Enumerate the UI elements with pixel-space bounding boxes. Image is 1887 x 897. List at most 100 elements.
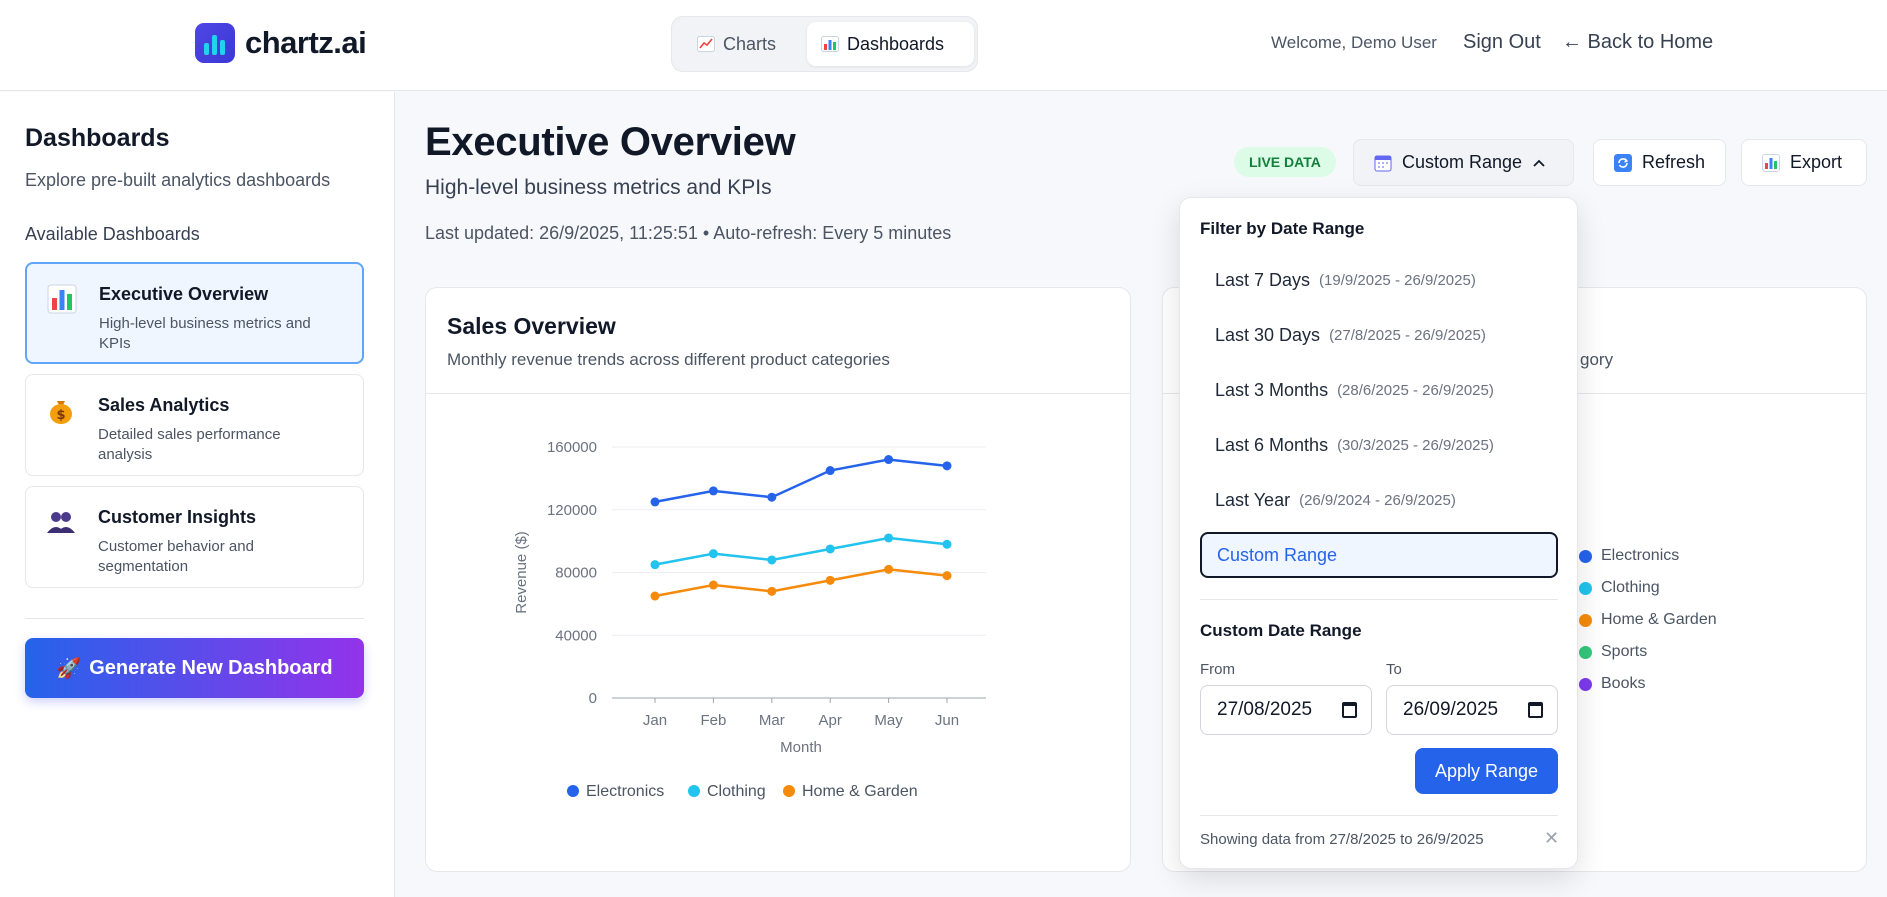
range-option-dates: (30/3/2025 - 26/9/2025) (1337, 436, 1494, 454)
data-point (825, 544, 835, 554)
y-tick-label: 120000 (547, 502, 597, 519)
data-point (708, 486, 718, 496)
legend-label: Home & Garden (1601, 611, 1717, 628)
range-option-last-6-months[interactable]: Last 6 Months (30/3/2025 - 26/9/2025) (1200, 422, 1558, 468)
data-point (942, 539, 952, 549)
y-tick-label: 80000 (555, 565, 597, 582)
dropdown-divider (1200, 815, 1558, 816)
card-title: Sales Overview (447, 313, 616, 339)
legend-label: Clothing (707, 783, 766, 800)
bar-chart-icon (47, 284, 77, 314)
legend-label: Sports (1601, 643, 1648, 660)
x-tick-label: Mar (759, 712, 785, 729)
dashboard-item-name: Executive Overview (99, 284, 269, 304)
tab-dashboards-label: Dashboards (847, 33, 945, 54)
data-point (708, 549, 718, 559)
dashboard-item-executive-overview[interactable]: Executive Overview High-level business m… (25, 262, 364, 364)
tab-dashboards[interactable]: Dashboards (807, 22, 974, 66)
legend-dot (1579, 613, 1592, 627)
x-tick-label: Jan (643, 712, 667, 729)
users-icon (47, 512, 75, 533)
from-date-value: 27/08/2025 (1217, 699, 1313, 720)
y-tick-label: 160000 (547, 439, 597, 456)
apply-range-button[interactable]: Apply Range (1415, 748, 1558, 794)
dashboard-item-customer-insights[interactable]: Customer Insights Customer behavior and … (25, 486, 364, 588)
range-option-custom[interactable]: Custom Range (1200, 532, 1558, 578)
legend-item: Home & Garden (1579, 611, 1717, 629)
dashboard-item-desc: Customer behavior and segmentation (98, 538, 254, 575)
legend-label: Home & Garden (802, 783, 918, 800)
logo-icon (195, 23, 235, 63)
legend-label: Clothing (1601, 579, 1660, 596)
dashboard-item-desc: High-level business metrics and KPIs (99, 315, 311, 352)
sign-out-link[interactable]: Sign Out (1463, 31, 1541, 54)
generate-dashboard-button[interactable]: 🚀 Generate New Dashboard (25, 638, 364, 698)
legend-dot (688, 785, 700, 797)
svg-text:$: $ (56, 408, 65, 423)
data-point (825, 466, 835, 476)
dashboard-item-desc: Detailed sales performance analysis (98, 426, 281, 463)
legend-dot (1579, 645, 1592, 659)
range-option-last-7-days[interactable]: Last 7 Days (19/9/2025 - 26/9/2025) (1200, 257, 1558, 303)
range-option-label: Last 3 Months (1215, 379, 1329, 400)
dashboard-item-name: Sales Analytics (98, 395, 230, 415)
calendar-icon[interactable] (1342, 702, 1357, 718)
card-subtitle: Monthly revenue trends across different … (447, 350, 890, 369)
range-option-last-year[interactable]: Last Year (26/9/2024 - 26/9/2025) (1200, 477, 1558, 523)
range-option-label: Custom Range (1217, 544, 1338, 565)
legend-item: Books (1579, 675, 1645, 693)
back-to-home-link[interactable]: ← Back to Home (1562, 31, 1713, 54)
sidebar: Dashboards Explore pre-built analytics d… (0, 92, 395, 897)
date-range-button[interactable]: Custom Range (1353, 139, 1574, 186)
legend-item: Clothing (1579, 579, 1660, 597)
range-option-label: Last 7 Days (1215, 269, 1311, 290)
page-subtitle: High-level business metrics and KPIs (425, 176, 772, 199)
range-option-label: Last Year (1215, 489, 1291, 510)
welcome-text: Welcome, Demo User (1271, 33, 1437, 52)
sales-overview-card: Sales Overview Monthly revenue trends ac… (425, 287, 1131, 872)
series-line (654, 458, 948, 504)
x-tick-label: May (874, 712, 903, 729)
data-point (767, 492, 777, 502)
close-icon[interactable]: ✕ (1544, 828, 1559, 849)
brand-logo[interactable]: chartz.ai (195, 23, 367, 63)
series-line (654, 536, 948, 566)
tab-charts[interactable]: Charts (683, 22, 790, 66)
legend-label: Books (1601, 675, 1646, 692)
legend-dot (783, 785, 795, 797)
tab-charts-label: Charts (723, 33, 777, 54)
export-button[interactable]: Export (1741, 139, 1867, 186)
legend-item: Sports (1579, 643, 1647, 661)
refresh-label: Refresh (1641, 152, 1705, 172)
range-option-last-3-months[interactable]: Last 3 Months (28/6/2025 - 26/9/2025) (1200, 367, 1558, 413)
legend-label: Electronics (1601, 547, 1680, 564)
dashboard-item-sales-analytics[interactable]: $ Sales Analytics Detailed sales perform… (25, 374, 364, 476)
data-point (650, 560, 660, 570)
y-tick-label: 40000 (555, 627, 597, 644)
range-option-dates: (27/8/2025 - 26/9/2025) (1329, 326, 1486, 344)
data-point (884, 455, 894, 465)
x-tick-label: Feb (700, 712, 726, 729)
data-point (650, 591, 660, 601)
live-data-badge: LIVE DATA (1234, 147, 1336, 177)
x-tick-label: Jun (935, 712, 959, 729)
rocket-icon: 🚀 (56, 657, 82, 680)
card-header: Sales Overview Monthly revenue trends ac… (426, 288, 1130, 394)
bar-chart-icon (821, 36, 839, 52)
range-option-label: Last 6 Months (1215, 434, 1329, 455)
to-date-input[interactable]: 26/09/2025 (1386, 685, 1558, 735)
data-point (708, 580, 718, 590)
to-label: To (1386, 661, 1402, 678)
from-date-input[interactable]: 27/08/2025 (1200, 685, 1372, 735)
calendar-icon[interactable] (1528, 702, 1543, 718)
dashboard-item-name: Customer Insights (98, 507, 257, 527)
sidebar-divider (25, 618, 364, 619)
data-point (825, 575, 835, 585)
chevron-up-icon (1533, 159, 1545, 167)
generate-dashboard-label: Generate New Dashboard (89, 656, 333, 679)
to-date-value: 26/09/2025 (1403, 699, 1499, 720)
dropdown-divider (1200, 599, 1558, 600)
range-option-last-30-days[interactable]: Last 30 Days (27/8/2025 - 26/9/2025) (1200, 312, 1558, 358)
refresh-button[interactable]: Refresh (1593, 139, 1726, 186)
legend-dot (1579, 677, 1592, 691)
